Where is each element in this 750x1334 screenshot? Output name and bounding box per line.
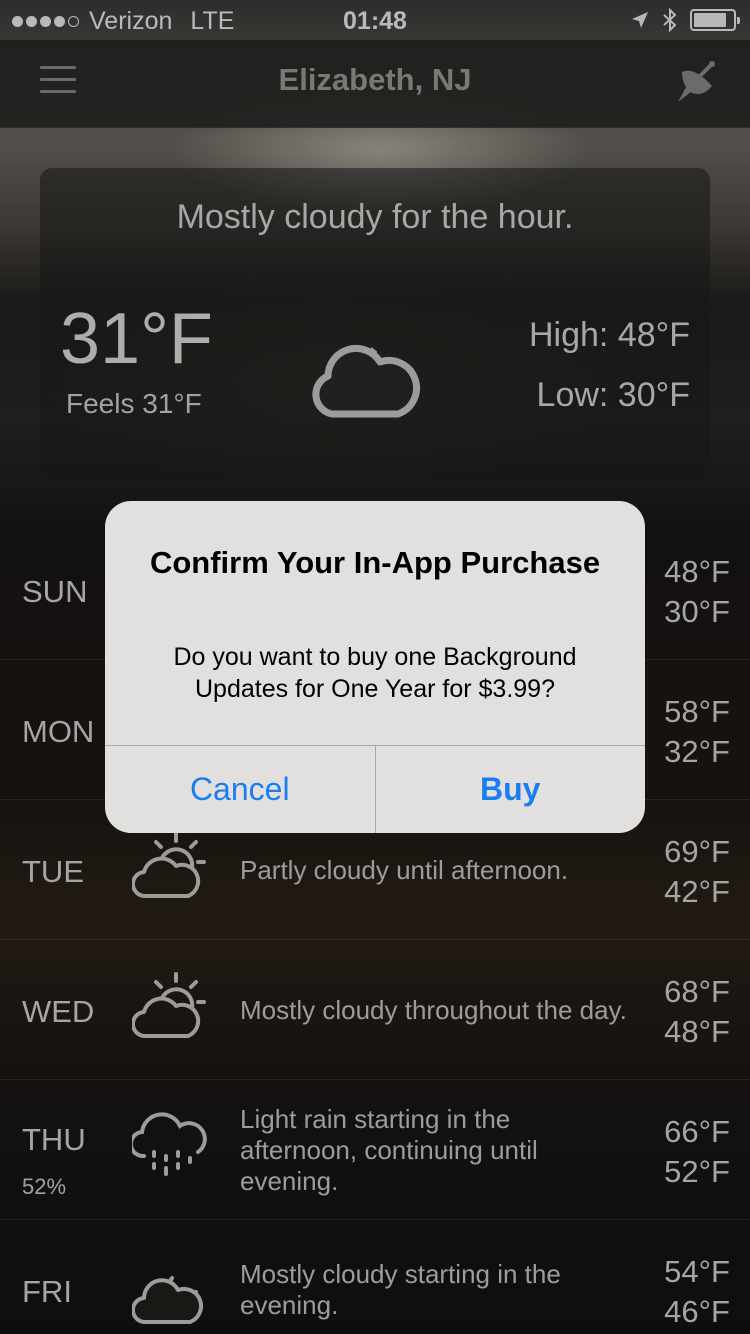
alert-title: Confirm Your In-App Purchase	[149, 545, 601, 580]
alert-message: Do you want to buy one Background Update…	[173, 643, 577, 703]
buy-button[interactable]: Buy	[374, 746, 646, 833]
alert-button-bar: Cancel Buy	[105, 745, 645, 833]
purchase-confirm-alert: Confirm Your In-App Purchase Do you want…	[105, 501, 645, 833]
cancel-button[interactable]: Cancel	[105, 746, 375, 833]
